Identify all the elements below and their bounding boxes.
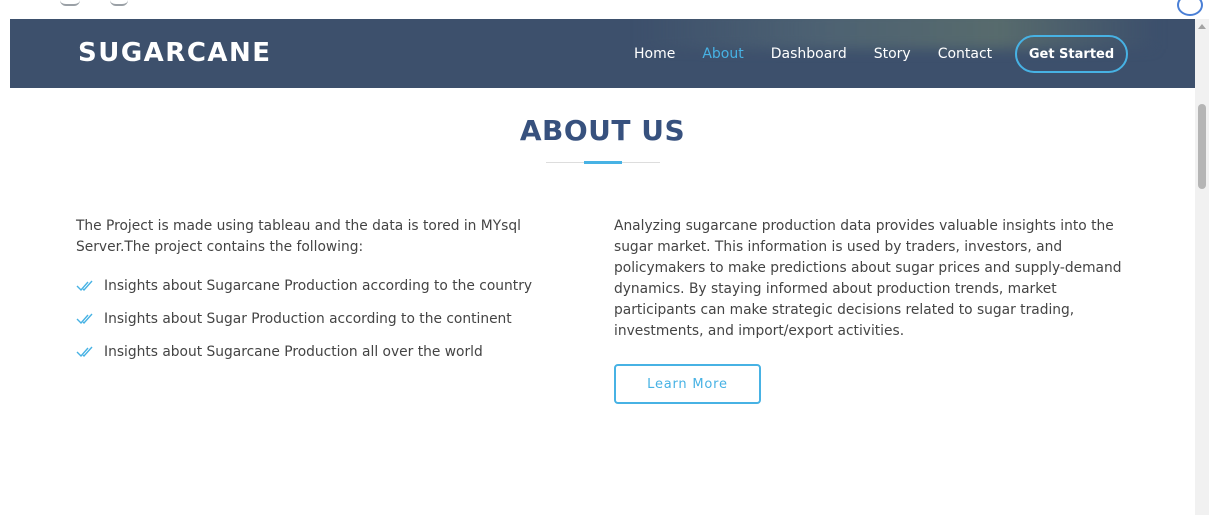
- page-scrollbar[interactable]: [1195, 19, 1209, 515]
- about-title: ABOUT US: [519, 114, 686, 147]
- about-intro: The Project is made using tableau and th…: [76, 218, 521, 255]
- site-logo[interactable]: SUGARCANE: [78, 38, 272, 68]
- browser-toolbar-strip: [0, 0, 1209, 19]
- double-check-icon: [76, 313, 93, 324]
- about-left-column: The Project is made using tableau and th…: [76, 216, 556, 368]
- browser-extension-icon[interactable]: [1177, 0, 1203, 16]
- list-item: Insights about Sugar Production accordin…: [76, 302, 556, 335]
- nav-dashboard[interactable]: Dashboard: [771, 46, 847, 62]
- about-feature-list: Insights about Sugarcane Production acco…: [76, 269, 556, 368]
- nav-story[interactable]: Story: [874, 46, 911, 62]
- nav-home[interactable]: Home: [634, 46, 675, 62]
- browser-button[interactable]: [60, 0, 80, 6]
- nav-contact[interactable]: Contact: [938, 46, 992, 62]
- site-header: SUGARCANE Home About Dashboard Story Con…: [10, 19, 1195, 88]
- learn-more-button[interactable]: Learn More: [614, 364, 761, 404]
- about-description: Analyzing sugarcane production data prov…: [614, 218, 1122, 339]
- list-item: Insights about Sugarcane Production acco…: [76, 269, 556, 302]
- scrollbar-thumb[interactable]: [1198, 104, 1206, 189]
- nav-about[interactable]: About: [702, 46, 743, 62]
- browser-button[interactable]: [110, 0, 128, 6]
- title-accent-bar: [584, 161, 622, 164]
- main-nav: Home About Dashboard Story Contact: [634, 19, 1019, 88]
- list-item-label: Insights about Sugar Production accordin…: [104, 310, 512, 327]
- scroll-up-arrow-icon[interactable]: [1198, 24, 1206, 29]
- double-check-icon: [76, 346, 93, 357]
- about-right-column: Analyzing sugarcane production data prov…: [614, 216, 1142, 404]
- page: SUGARCANE Home About Dashboard Story Con…: [10, 19, 1195, 515]
- list-item-label: Insights about Sugarcane Production all …: [104, 343, 483, 360]
- get-started-button[interactable]: Get Started: [1015, 35, 1128, 73]
- list-item: Insights about Sugarcane Production all …: [76, 335, 556, 368]
- double-check-icon: [76, 280, 93, 291]
- list-item-label: Insights about Sugarcane Production acco…: [104, 277, 533, 294]
